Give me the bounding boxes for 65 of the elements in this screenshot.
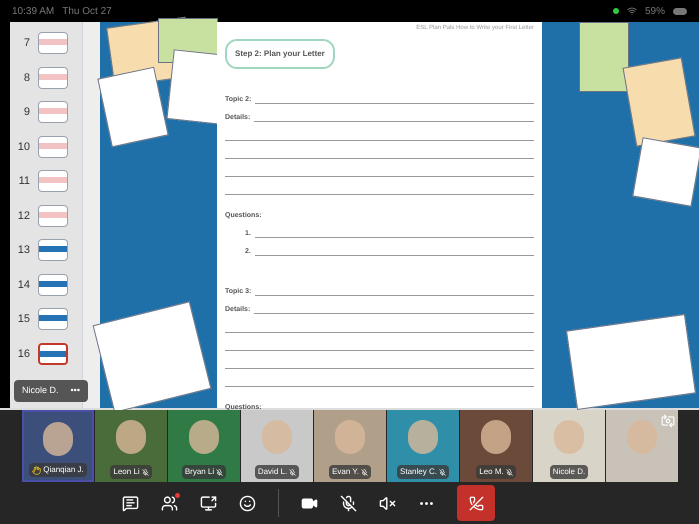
slide-thumbnail[interactable] xyxy=(38,101,68,124)
participant-name: Bryan Li xyxy=(184,466,214,478)
mic-off-icon[interactable] xyxy=(340,494,357,512)
slide-number: 14 xyxy=(16,278,30,292)
person-silhouette-icon xyxy=(554,420,584,454)
slide-number: 16 xyxy=(16,346,30,362)
switch-camera-icon[interactable] xyxy=(661,414,675,428)
slide-thumbnail[interactable] xyxy=(38,66,68,89)
participant-name: Leon Li xyxy=(113,466,140,478)
video-tile[interactable]: Bryan Li xyxy=(168,410,240,482)
speaker-off-icon[interactable] xyxy=(379,494,396,512)
person-silhouette-icon xyxy=(481,420,511,454)
slide-thumbnail[interactable] xyxy=(38,136,68,158)
share-screen-icon[interactable] xyxy=(200,494,217,512)
person-silhouette-icon xyxy=(262,420,292,454)
slide-thumbnail[interactable] xyxy=(38,308,68,330)
participant-name: Leo M. xyxy=(479,466,504,478)
participant-name: Nicole D. xyxy=(552,466,586,478)
step-title: Step 2: Plan your Letter xyxy=(225,39,335,69)
hang-up-icon xyxy=(468,496,484,510)
people-icon[interactable] xyxy=(161,494,178,512)
person-silhouette-icon xyxy=(43,422,73,456)
presenter-name: Nicole D. xyxy=(22,384,59,397)
video-tile[interactable]: Stanley C. xyxy=(387,410,459,482)
battery-level: 59% xyxy=(644,4,665,18)
person-silhouette-icon xyxy=(627,420,657,454)
slide-thumbnail[interactable] xyxy=(38,32,68,54)
battery-icon xyxy=(673,8,687,14)
slide-thumbnail[interactable] xyxy=(38,274,68,296)
more-options: ••• xyxy=(70,384,80,398)
video-tile[interactable]: Qianqian J. xyxy=(22,410,94,482)
status-date: Thu Oct 27 xyxy=(62,4,112,18)
person-silhouette-icon xyxy=(335,420,365,454)
video-tile[interactable] xyxy=(606,410,678,482)
slide-number: 10 xyxy=(16,140,30,154)
slide-thumbnail[interactable] xyxy=(38,342,68,365)
slide-thumbnail[interactable] xyxy=(38,170,68,192)
person-silhouette-icon xyxy=(408,420,438,454)
participant-name: David L. xyxy=(258,466,288,478)
slide-number: 13 xyxy=(16,243,30,258)
video-tile[interactable]: Evan Y. xyxy=(314,410,386,482)
person-silhouette-icon xyxy=(116,420,146,454)
participant-name: Evan Y. xyxy=(332,466,359,478)
slide-thumbnail[interactable] xyxy=(38,204,68,227)
participant-name: Qianqian J. xyxy=(43,464,84,476)
camera-indicator-icon xyxy=(612,8,619,14)
status-time: 10:39 AM xyxy=(12,4,54,18)
presenter-tooltip[interactable]: Nicole D. ••• xyxy=(14,380,88,402)
participant-name: Stanley C. xyxy=(400,466,437,478)
slide-number: 7 xyxy=(22,36,30,51)
slide-number: 9 xyxy=(22,105,30,120)
video-tile[interactable]: Leon Li xyxy=(95,410,167,482)
slide-thumbnail[interactable] xyxy=(38,239,68,262)
slide-number: 12 xyxy=(16,208,30,224)
slide-number: 11 xyxy=(18,174,30,189)
slide-number: 8 xyxy=(22,70,30,86)
slide-number: 15 xyxy=(16,312,30,327)
reactions-icon[interactable] xyxy=(239,494,256,512)
video-tile[interactable]: David L. xyxy=(241,410,313,482)
hang-up-button[interactable] xyxy=(457,485,495,521)
chat-icon[interactable] xyxy=(122,494,139,512)
person-silhouette-icon xyxy=(189,420,219,454)
video-tile[interactable]: Nicole D. xyxy=(533,410,605,482)
wifi-icon xyxy=(626,6,637,16)
video-tile[interactable]: Leo M. xyxy=(460,410,532,482)
